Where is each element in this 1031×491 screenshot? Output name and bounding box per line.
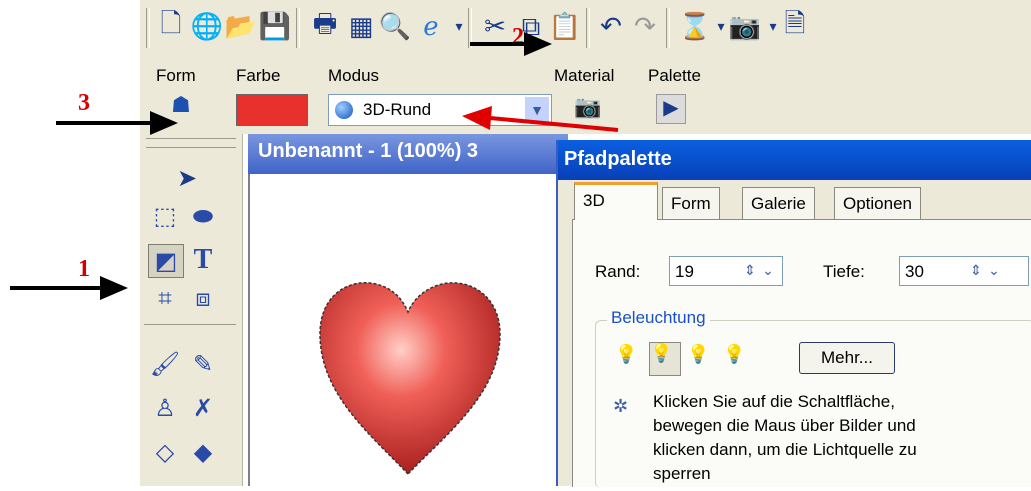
arrow-2-red [462,106,619,132]
arrow-2-black [470,32,552,56]
arrow-3 [56,111,178,135]
annotation-arrows [10,32,619,300]
tab-3d[interactable]: 3D [574,182,658,220]
arrow-1 [10,276,128,300]
